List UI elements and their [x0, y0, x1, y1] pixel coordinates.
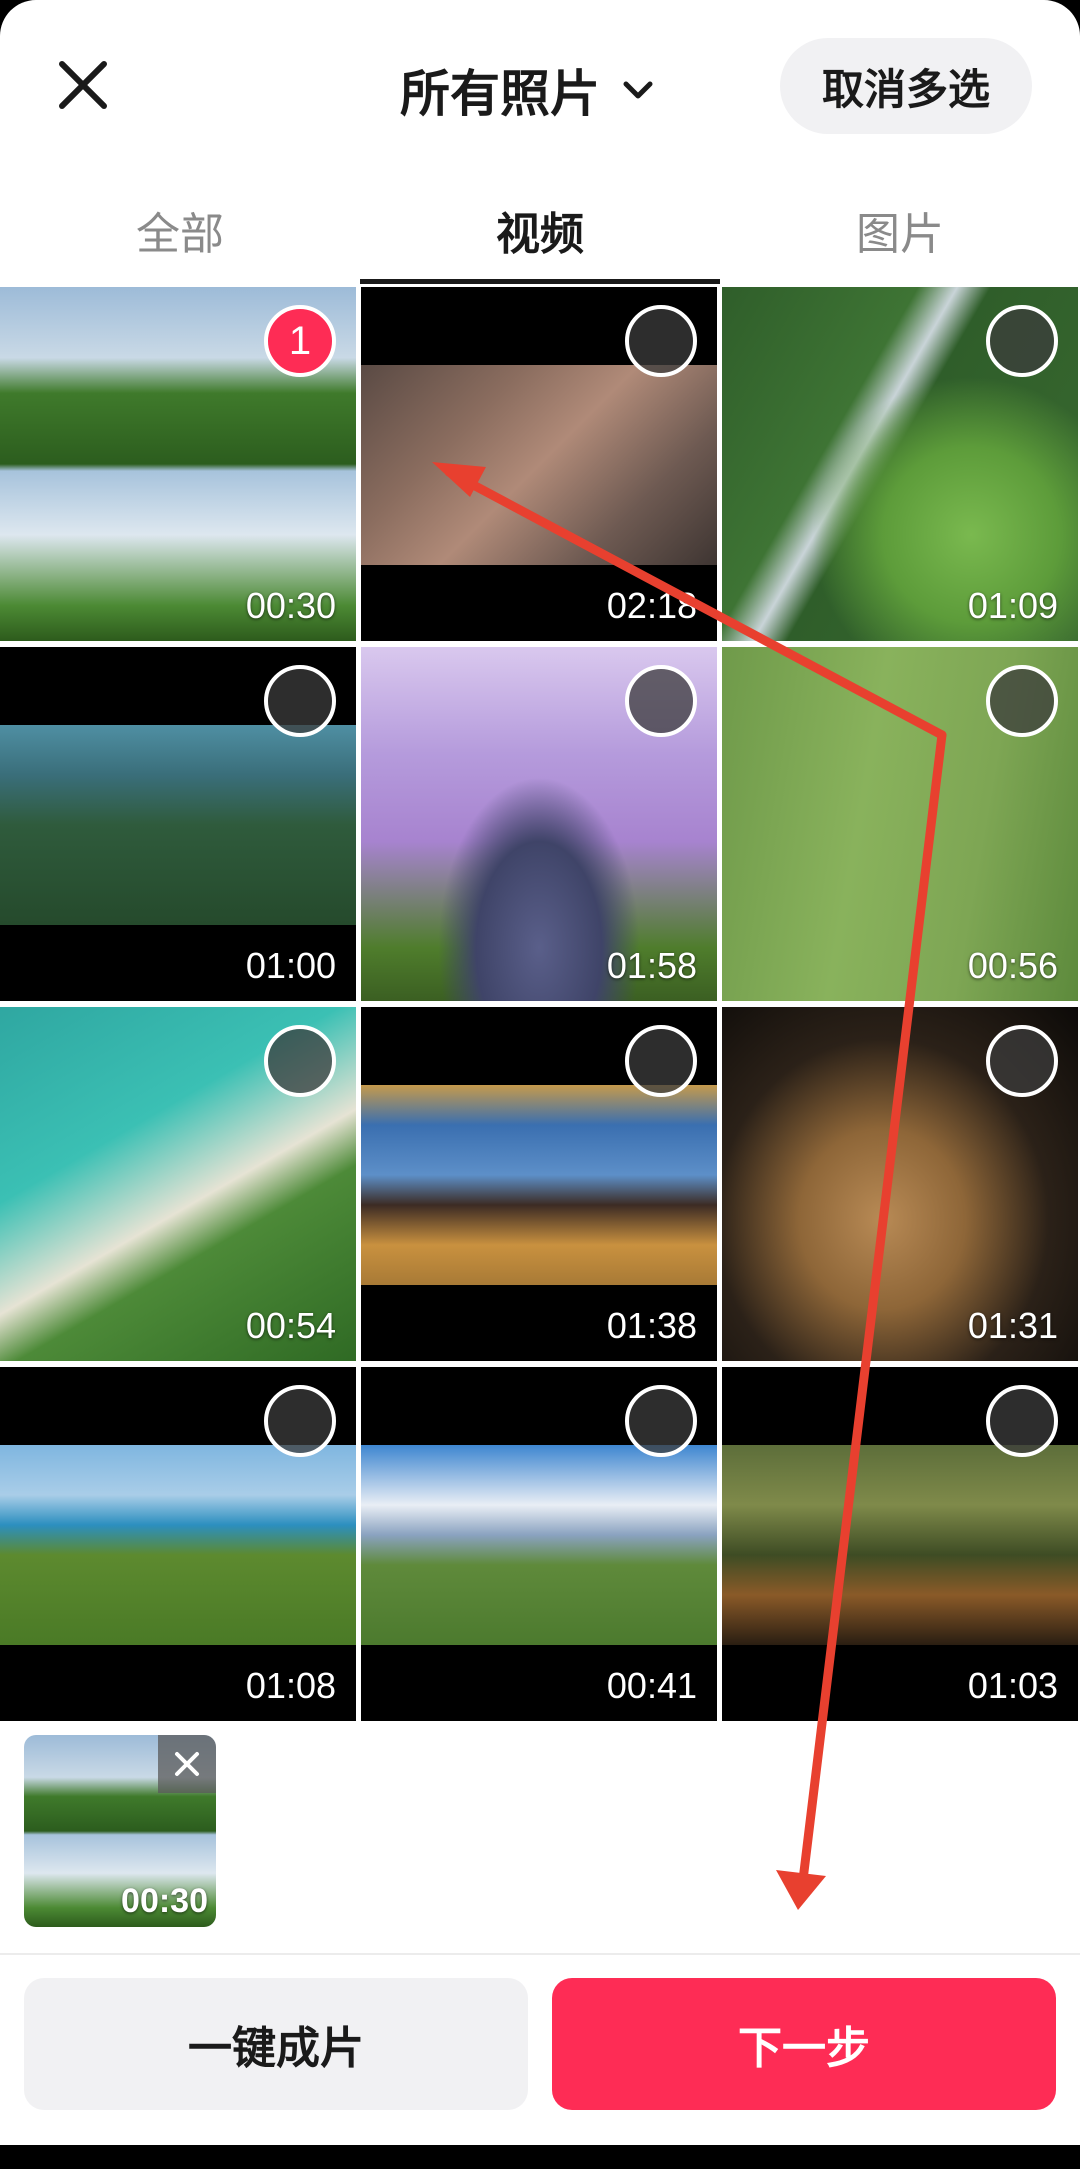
video-duration: 01:31: [967, 1305, 1058, 1346]
close-icon: [59, 61, 107, 109]
video-tile[interactable]: 01:58: [361, 647, 717, 1001]
video-duration: 01:08: [245, 1665, 336, 1706]
selection-circle[interactable]: [986, 665, 1058, 737]
header: 所有照片 取消多选: [0, 0, 1080, 175]
one-key-create-button[interactable]: 一键成片: [24, 1978, 528, 2110]
selection-circle[interactable]: [625, 1025, 697, 1097]
video-tile[interactable]: 01:38: [361, 1007, 717, 1361]
video-tile[interactable]: 00:54: [0, 1007, 356, 1361]
album-title: 所有照片: [400, 66, 600, 122]
selection-circle[interactable]: [986, 1385, 1058, 1457]
video-duration: 00:56: [967, 945, 1058, 986]
video-duration: 00:30: [245, 585, 336, 626]
close-icon: [175, 1752, 199, 1776]
media-type-tabs: 全部 视频 图片: [0, 180, 1080, 284]
video-tile[interactable]: 1 00:30: [0, 287, 356, 641]
video-tile[interactable]: 00:56: [722, 647, 1078, 1001]
remove-selected-button[interactable]: [158, 1735, 216, 1793]
footer-divider: [0, 1953, 1080, 1955]
video-duration: 00:54: [245, 1305, 336, 1346]
video-picker-screen: 所有照片 取消多选 全部 视频 图片 1 00:30 02:18 01:09 0…: [0, 0, 1080, 2145]
selection-circle[interactable]: [264, 1385, 336, 1457]
video-tile[interactable]: 01:09: [722, 287, 1078, 641]
tab-videos[interactable]: 视频: [360, 180, 720, 284]
media-grid: 1 00:30 02:18 01:09 01:00 01:58 00:56 00…: [0, 287, 1080, 1721]
video-tile[interactable]: 01:03: [722, 1367, 1078, 1721]
video-duration: 01:58: [606, 945, 697, 986]
video-duration: 01:09: [967, 585, 1058, 626]
video-tile[interactable]: 00:41: [361, 1367, 717, 1721]
selection-circle[interactable]: [625, 1385, 697, 1457]
video-tile[interactable]: 01:08: [0, 1367, 356, 1721]
video-thumbnail: [361, 1445, 717, 1645]
selection-circle[interactable]: [264, 1025, 336, 1097]
video-tile[interactable]: 02:18: [361, 287, 717, 641]
selection-badge[interactable]: 1: [264, 305, 336, 377]
cancel-multi-select-button[interactable]: 取消多选: [780, 38, 1032, 134]
close-button[interactable]: [48, 50, 118, 120]
video-thumbnail: [361, 365, 717, 565]
video-thumbnail: [361, 1085, 717, 1285]
selection-circle[interactable]: [986, 305, 1058, 377]
video-duration: 01:38: [606, 1305, 697, 1346]
selected-video-duration: 00:30: [121, 1882, 208, 1920]
album-selector[interactable]: 所有照片: [400, 50, 658, 130]
video-thumbnail: [0, 1445, 356, 1645]
selection-circle[interactable]: [625, 305, 697, 377]
video-duration: 01:03: [967, 1665, 1058, 1706]
selection-circle[interactable]: [264, 665, 336, 737]
tab-images[interactable]: 图片: [720, 180, 1080, 280]
video-thumbnail: [722, 1445, 1078, 1645]
next-step-button[interactable]: 下一步: [552, 1978, 1056, 2110]
video-tile[interactable]: 01:31: [722, 1007, 1078, 1361]
video-duration: 01:00: [245, 945, 336, 986]
video-duration: 02:18: [606, 585, 697, 626]
video-tile[interactable]: 01:00: [0, 647, 356, 1001]
chevron-down-icon: [623, 81, 653, 99]
selected-video-thumbnail[interactable]: 00:30: [24, 1735, 216, 1927]
selection-circle[interactable]: [986, 1025, 1058, 1097]
selection-circle[interactable]: [625, 665, 697, 737]
video-duration: 00:41: [606, 1665, 697, 1706]
video-thumbnail: [0, 725, 356, 925]
tab-all[interactable]: 全部: [0, 180, 360, 280]
